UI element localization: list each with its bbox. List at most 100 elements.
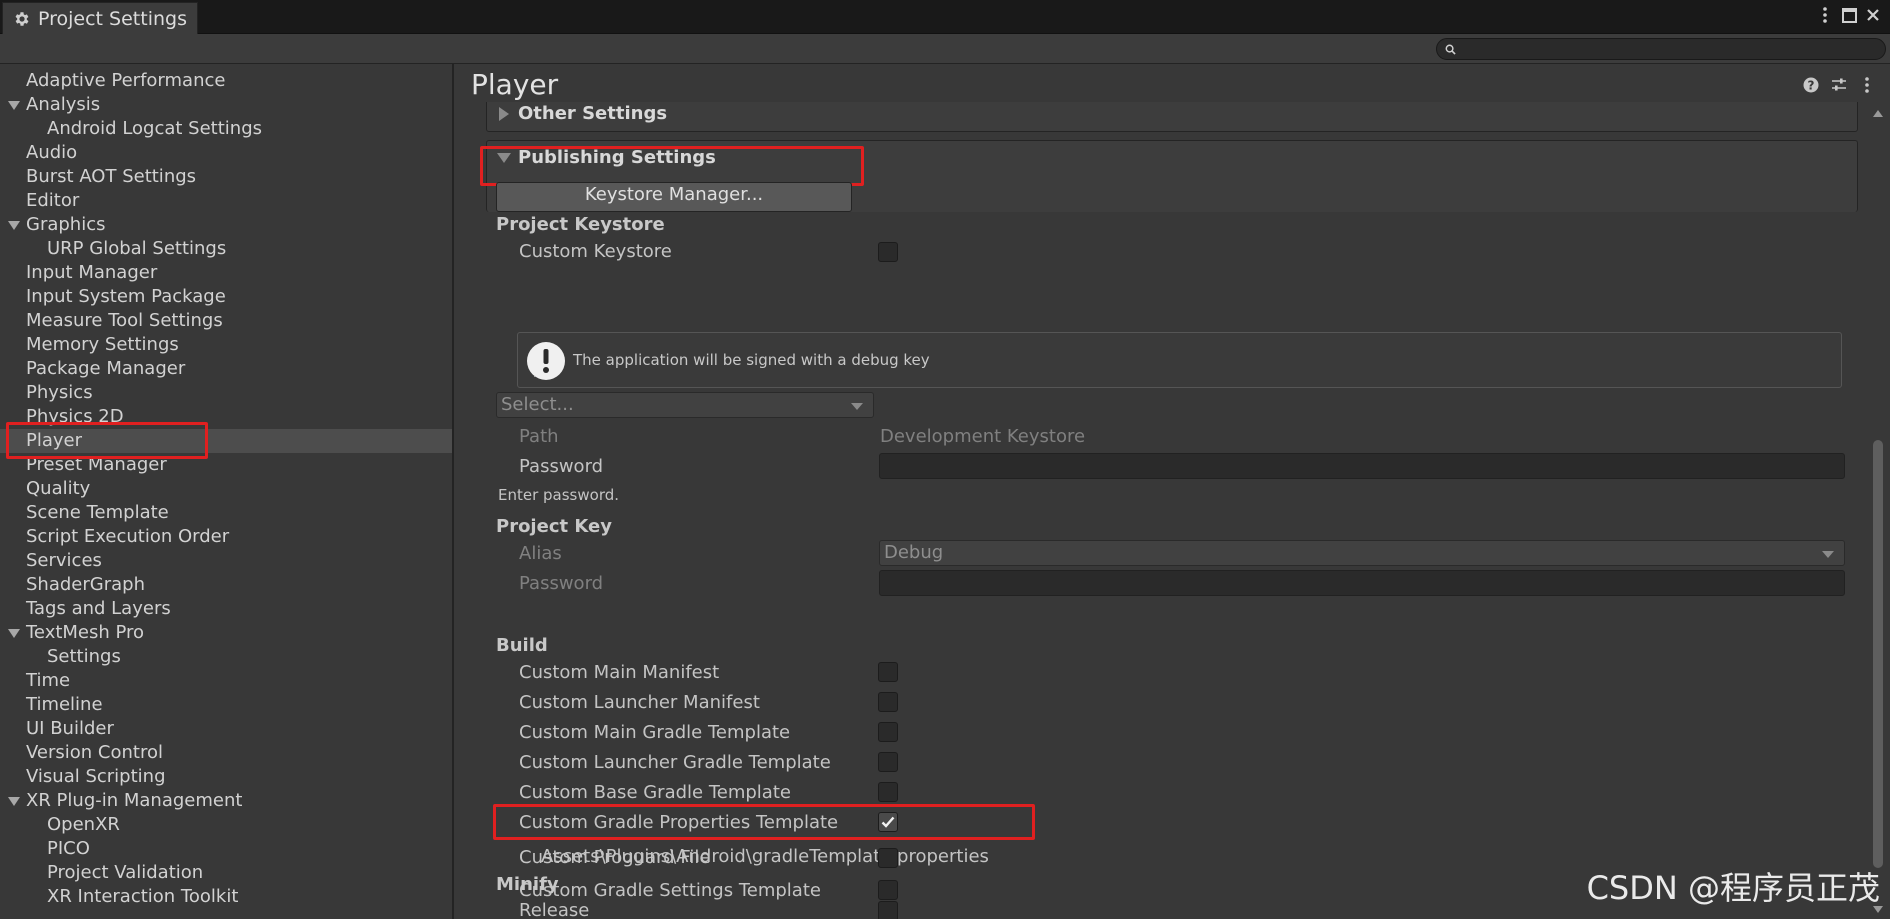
sidebar-item-urp-global-settings[interactable]: URP Global Settings — [0, 237, 452, 261]
custom-base-gradle-checkbox[interactable] — [878, 782, 898, 802]
keystore-manager-button[interactable]: Keystore Manager... — [496, 182, 852, 212]
sidebar-item-label: Timeline — [26, 694, 103, 715]
sidebar-item-version-control[interactable]: Version Control — [0, 741, 452, 765]
sidebar-item-label: Visual Scripting — [26, 766, 166, 787]
sidebar-item-time[interactable]: Time — [0, 669, 452, 693]
sidebar-item-adaptive-performance[interactable]: Adaptive Performance — [0, 69, 452, 93]
sidebar-item-label: Audio — [26, 142, 78, 163]
debug-key-message: The application will be signed with a de… — [573, 351, 930, 369]
sidebar-item-physics-2d[interactable]: Physics 2D — [0, 405, 452, 429]
sidebar-item-script-execution-order[interactable]: Script Execution Order — [0, 525, 452, 549]
search-input[interactable] — [1460, 39, 1885, 59]
custom-launcher-gradle-label: Custom Launcher Gradle Template — [519, 752, 831, 773]
custom-launcher-gradle-checkbox[interactable] — [878, 752, 898, 772]
sidebar-item-scene-template[interactable]: Scene Template — [0, 501, 452, 525]
sidebar-item-pico[interactable]: PICO — [0, 837, 452, 861]
sidebar-item-textmesh-pro[interactable]: TextMesh Pro — [0, 621, 452, 645]
key-password-field[interactable] — [879, 570, 1845, 596]
path-label: Path — [519, 426, 559, 447]
close-icon[interactable] — [1864, 6, 1882, 24]
sidebar-item-label: Script Execution Order — [26, 526, 230, 547]
alias-dropdown[interactable]: Debug — [879, 540, 1845, 566]
sidebar-item-shadergraph[interactable]: ShaderGraph — [0, 573, 452, 597]
custom-main-manifest-checkbox[interactable] — [878, 662, 898, 682]
other-settings-foldout[interactable]: Other Settings — [486, 102, 1858, 132]
window-tab-title: Project Settings — [38, 7, 187, 30]
sidebar-item-label: Tags and Layers — [26, 598, 171, 619]
sidebar-item-ui-builder[interactable]: UI Builder — [0, 717, 452, 741]
custom-gradle-settings-checkbox[interactable] — [878, 880, 898, 900]
custom-launcher-manifest-label: Custom Launcher Manifest — [519, 692, 760, 713]
chevron-down-icon — [1822, 551, 1834, 558]
custom-proguard-label: Custom Proguard File — [519, 847, 711, 868]
custom-gradle-properties-checkbox[interactable] — [878, 812, 898, 832]
collapse-arrow-icon[interactable] — [497, 153, 511, 163]
minify-header: Minify — [496, 874, 559, 895]
sidebar-item-android-logcat-settings[interactable]: Android Logcat Settings — [0, 117, 452, 141]
window-tab[interactable]: Project Settings — [2, 2, 198, 34]
sidebar-item-timeline[interactable]: Timeline — [0, 693, 452, 717]
more-menu-icon[interactable] — [1816, 6, 1834, 24]
sidebar-item-editor[interactable]: Editor — [0, 189, 452, 213]
keystore-password-field[interactable] — [879, 453, 1845, 479]
sidebar-item-label: Input Manager — [26, 262, 158, 283]
sidebar-item-label: Quality — [26, 478, 91, 499]
project-keystore-header: Project Keystore — [496, 214, 665, 235]
sidebar-item-input-system-package[interactable]: Input System Package — [0, 285, 452, 309]
custom-gradle-properties-label: Custom Gradle Properties Template — [519, 812, 839, 833]
publishing-settings-label: Publishing Settings — [518, 147, 716, 168]
vertical-scrollbar[interactable] — [1866, 102, 1890, 919]
sidebar-item-label: Graphics — [26, 214, 106, 235]
alias-value: Debug — [884, 542, 944, 563]
search-box[interactable] — [1436, 38, 1886, 60]
sidebar-item-label: PICO — [47, 838, 90, 859]
sidebar-item-xr-interaction-toolkit[interactable]: XR Interaction Toolkit — [0, 885, 452, 909]
sidebar-item-physics[interactable]: Physics — [0, 381, 452, 405]
expand-arrow-icon[interactable] — [8, 101, 20, 110]
sidebar-item-burst-aot-settings[interactable]: Burst AOT Settings — [0, 165, 452, 189]
sidebar-item-openxr[interactable]: OpenXR — [0, 813, 452, 837]
presets-icon[interactable] — [1830, 76, 1848, 94]
inspector-panel: Player ? Other Settings Publishing Setti… — [456, 64, 1890, 919]
sidebar-item-label: Settings — [47, 646, 121, 667]
watermark: CSDN @程序员正茂 — [1586, 869, 1880, 907]
help-icon[interactable]: ? — [1802, 76, 1820, 94]
sidebar-item-label: TextMesh Pro — [26, 622, 145, 643]
sidebar-item-settings[interactable]: Settings — [0, 645, 452, 669]
sidebar-item-package-manager[interactable]: Package Manager — [0, 357, 452, 381]
scroll-thumb[interactable] — [1873, 440, 1883, 868]
sidebar-item-label: Android Logcat Settings — [47, 118, 262, 139]
custom-proguard-checkbox[interactable] — [878, 848, 898, 868]
sidebar-item-graphics[interactable]: Graphics — [0, 213, 452, 237]
expand-arrow-icon[interactable] — [8, 629, 20, 638]
keystore-select-dropdown[interactable]: Select... — [496, 392, 874, 418]
sidebar-item-label: Time — [26, 670, 71, 691]
sidebar-item-project-validation[interactable]: Project Validation — [0, 861, 452, 885]
scroll-up-icon[interactable] — [1873, 110, 1883, 117]
expand-arrow-icon[interactable] — [8, 797, 20, 806]
sidebar-item-measure-tool-settings[interactable]: Measure Tool Settings — [0, 309, 452, 333]
release-checkbox[interactable] — [878, 901, 898, 919]
keystore-password-label: Password — [519, 456, 604, 477]
checkmark-icon — [881, 816, 895, 828]
sidebar-item-label: Preset Manager — [26, 454, 167, 475]
sidebar-item-quality[interactable]: Quality — [0, 477, 452, 501]
sidebar-item-audio[interactable]: Audio — [0, 141, 452, 165]
sidebar-item-input-manager[interactable]: Input Manager — [0, 261, 452, 285]
custom-main-gradle-label: Custom Main Gradle Template — [519, 722, 791, 743]
sidebar-item-services[interactable]: Services — [0, 549, 452, 573]
sidebar-item-preset-manager[interactable]: Preset Manager — [0, 453, 452, 477]
expand-arrow-icon[interactable] — [8, 221, 20, 230]
custom-keystore-checkbox[interactable] — [878, 242, 898, 262]
sidebar-item-memory-settings[interactable]: Memory Settings — [0, 333, 452, 357]
expand-arrow-icon[interactable] — [499, 107, 509, 121]
more-menu-icon[interactable] — [1858, 76, 1876, 94]
sidebar-item-tags-and-layers[interactable]: Tags and Layers — [0, 597, 452, 621]
sidebar-item-visual-scripting[interactable]: Visual Scripting — [0, 765, 452, 789]
sidebar-item-player[interactable]: Player — [0, 429, 452, 453]
sidebar-item-analysis[interactable]: Analysis — [0, 93, 452, 117]
custom-main-gradle-checkbox[interactable] — [878, 722, 898, 742]
custom-launcher-manifest-checkbox[interactable] — [878, 692, 898, 712]
sidebar-item-xr-plug-in-management[interactable]: XR Plug-in Management — [0, 789, 452, 813]
maximize-icon[interactable] — [1840, 6, 1858, 24]
